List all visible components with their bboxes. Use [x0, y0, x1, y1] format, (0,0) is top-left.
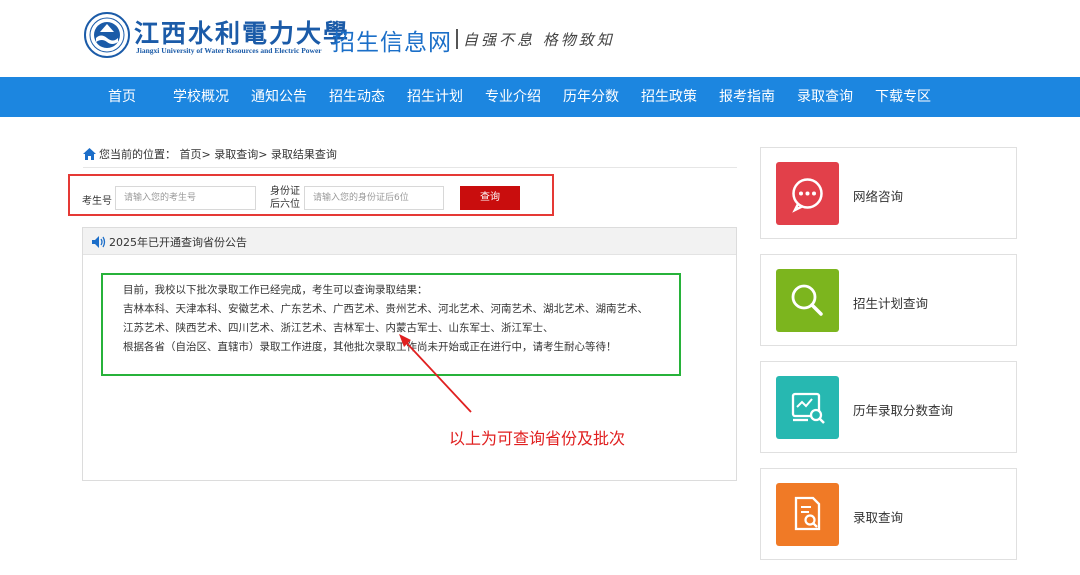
nav-item-notices[interactable]: 通知公告: [251, 77, 307, 117]
nav-item-downloads[interactable]: 下载专区: [875, 77, 931, 117]
sidebar-item-label: 历年录取分数查询: [853, 403, 954, 418]
chat-icon: [776, 162, 839, 225]
sidebar-item-admission-query[interactable]: 录取查询: [760, 468, 1017, 560]
notice-line: 根据各省（自治区、直辖市）录取工作进度，其他批次录取工作尚未开始或正在进行中，请…: [123, 341, 617, 353]
nav-item-majors[interactable]: 专业介绍: [485, 77, 541, 117]
breadcrumb-path[interactable]: 首页> 录取查询> 录取结果查询: [180, 148, 337, 161]
university-english-name: Jiangxi University of Water Resources an…: [136, 46, 322, 55]
site-header: 江西水利電力大學 Jiangxi University of Water Res…: [0, 0, 1080, 77]
nav-item-school-overview[interactable]: 学校概况: [173, 77, 229, 117]
query-button[interactable]: 查询: [460, 186, 520, 210]
home-icon: [83, 148, 96, 160]
header-divider: [456, 29, 458, 49]
notice-content-box: 目前，我校以下批次录取工作已经完成，考生可以查询录取结果： 吉林本科、天津本科、…: [101, 273, 681, 376]
nav-item-admission-plan[interactable]: 招生计划: [407, 77, 463, 117]
nav-item-admission-query[interactable]: 录取查询: [797, 77, 853, 117]
notice-line: 目前，我校以下批次录取工作已经完成，考生可以查询录取结果：: [123, 284, 428, 296]
notice-line: 吉林本科、天津本科、安徽艺术、广东艺术、广西艺术、贵州艺术、河北艺术、河南艺术、…: [123, 303, 648, 315]
university-name: 江西水利電力大學: [134, 19, 351, 48]
announcement-panel: 2025年已开通查询省份公告 目前，我校以下批次录取工作已经完成，考生可以查询录…: [82, 227, 737, 481]
annotation-text: 以上为可查询省份及批次: [449, 429, 626, 448]
document-search-icon: [776, 483, 839, 546]
nav-item-home[interactable]: 首页: [108, 77, 136, 117]
site-name: 招生信息网: [332, 30, 452, 56]
search-icon: [776, 269, 839, 332]
id-label-line2: 后六位: [270, 199, 300, 210]
announcement-header: 2025年已开通查询省份公告: [83, 228, 736, 255]
university-emblem-icon[interactable]: [84, 12, 130, 58]
breadcrumb: 您当前的位置： 首页> 录取查询> 录取结果查询: [83, 146, 737, 168]
nav-item-admission-news[interactable]: 招生动态: [329, 77, 385, 117]
university-motto: 自强不息 格物致知: [463, 31, 615, 49]
id-last-six-input[interactable]: [304, 186, 444, 210]
exam-number-input[interactable]: [115, 186, 256, 210]
sidebar-item-online-consult[interactable]: 网络咨询: [760, 147, 1017, 239]
speaker-icon: [92, 236, 106, 248]
admission-query-form: 考生号 身份证 后六位 查询: [68, 174, 554, 216]
sidebar-item-plan-query[interactable]: 招生计划查询: [760, 254, 1017, 346]
sidebar-item-label: 录取查询: [853, 510, 904, 525]
notice-line: 江苏艺术、陕西艺术、四川艺术、浙江艺术、吉林军士、内蒙古军士、山东军士、浙江军士…: [123, 322, 554, 334]
announcement-title: 2025年已开通查询省份公告: [109, 236, 247, 249]
id-label-line1: 身份证: [270, 186, 300, 197]
sidebar-item-label: 招生计划查询: [853, 296, 929, 311]
nav-item-admission-policy[interactable]: 招生政策: [641, 77, 697, 117]
score-report-icon: [776, 376, 839, 439]
sidebar-item-past-scores-query[interactable]: 历年录取分数查询: [760, 361, 1017, 453]
nav-item-application-guide[interactable]: 报考指南: [719, 77, 775, 117]
exam-number-label: 考生号: [82, 196, 112, 207]
main-nav: 首页 学校概况 通知公告 招生动态 招生计划 专业介绍 历年分数 招生政策 报考…: [0, 77, 1080, 117]
sidebar-item-label: 网络咨询: [853, 189, 904, 204]
nav-item-past-scores[interactable]: 历年分数: [563, 77, 619, 117]
id-last-six-label: 身份证 后六位: [270, 185, 300, 211]
breadcrumb-prefix: 您当前的位置：: [99, 148, 176, 161]
